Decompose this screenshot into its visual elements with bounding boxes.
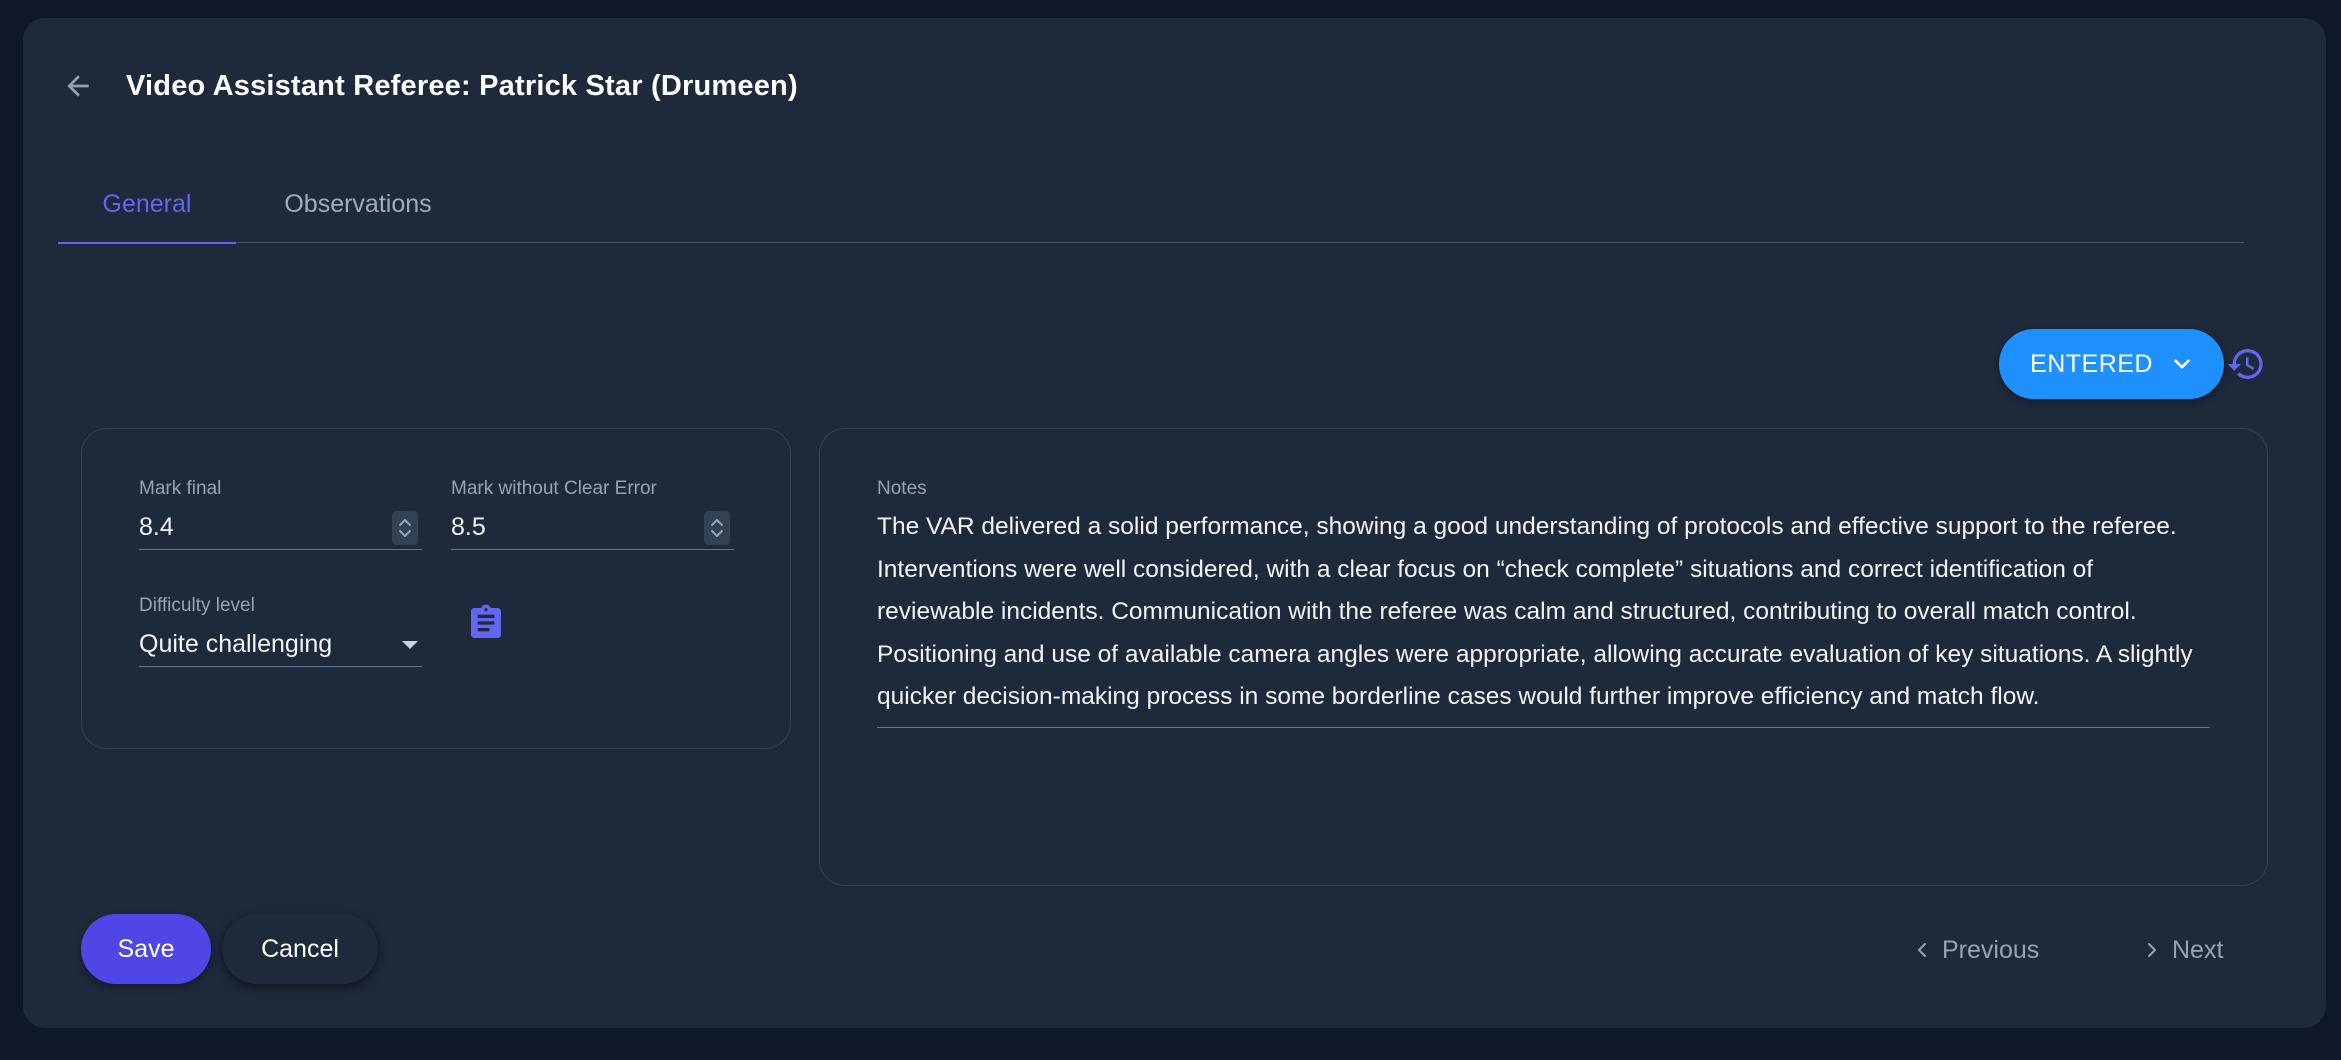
tab-general[interactable]: General [58,165,236,244]
page-title: Video Assistant Referee: Patrick Star (D… [126,69,798,102]
next-button[interactable]: Next [2144,930,2223,970]
notes-label: Notes [877,478,927,499]
history-icon[interactable] [2226,344,2266,384]
mark-without-clear-error-value: 8.5 [451,513,486,541]
clipboard-icon[interactable] [466,603,506,643]
difficulty-level-select[interactable]: Quite challenging [139,623,422,667]
marks-panel [81,428,791,749]
difficulty-level-value: Quite challenging [139,630,333,658]
difficulty-level-label: Difficulty level [139,595,255,616]
page-header: Video Assistant Referee: Patrick Star (D… [58,60,798,112]
mark-without-clear-error-input[interactable]: 8.5 [451,506,734,550]
chevron-down-icon [2174,359,2190,369]
chevron-right-icon [2148,943,2156,957]
chevron-left-icon [1918,943,1926,957]
spinner-arrows-icon [711,518,723,537]
notes-textarea[interactable]: The VAR delivered a solid performance, s… [877,506,2210,728]
next-label: Next [2172,935,2224,964]
mark-without-clear-error-stepper[interactable] [704,510,730,545]
back-button[interactable] [52,60,104,112]
spinner-arrows-icon [399,518,411,537]
previous-label: Previous [1942,935,2040,964]
cancel-button[interactable]: Cancel [222,914,378,984]
mark-final-value: 8.4 [139,513,174,541]
previous-button[interactable]: Previous [1914,930,2039,970]
status-label: ENTERED [2030,349,2153,378]
save-button[interactable]: Save [81,914,211,984]
tab-bar: General Observations [58,165,2244,244]
mark-without-clear-error-label: Mark without Clear Error [451,478,657,499]
mark-final-input[interactable]: 8.4 [139,506,422,550]
mark-final-label: Mark final [139,478,222,499]
caret-down-icon [402,640,418,649]
mark-final-stepper[interactable] [392,510,418,545]
status-dropdown-button[interactable]: ENTERED [1999,329,2224,399]
tab-observations[interactable]: Observations [236,165,480,243]
arrow-left-icon [67,75,89,97]
